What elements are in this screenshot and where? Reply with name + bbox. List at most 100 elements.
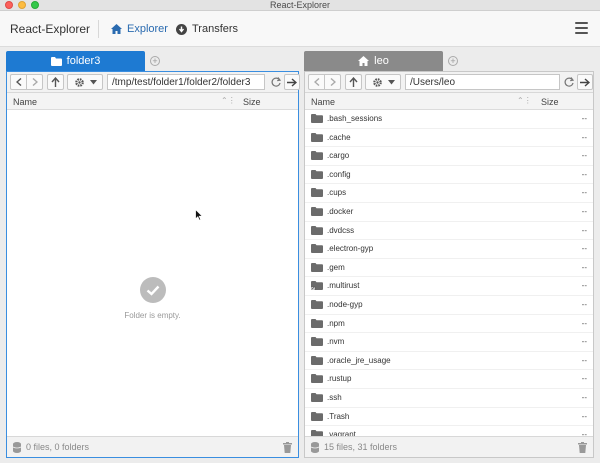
path-input[interactable] xyxy=(107,74,265,90)
home-icon xyxy=(111,24,122,34)
parent-folder-button[interactable] xyxy=(345,74,362,90)
file-row[interactable]: .node-gyp -- xyxy=(305,296,593,315)
file-row[interactable]: .docker -- xyxy=(305,203,593,222)
file-row[interactable]: .cache -- xyxy=(305,129,593,148)
path-input[interactable] xyxy=(405,74,560,90)
left-status-bar: 0 files, 0 folders xyxy=(7,436,298,457)
file-row[interactable]: .multirust -- xyxy=(305,277,593,296)
file-row[interactable]: .rustup -- xyxy=(305,370,593,389)
settings-dropdown-button[interactable] xyxy=(365,74,401,90)
file-name: .cups xyxy=(327,188,347,198)
nav-divider xyxy=(98,20,99,38)
add-tab-plus-icon[interactable]: + xyxy=(150,56,160,66)
column-header: Name ⌃⋮ Size xyxy=(7,93,298,110)
hamburger-menu-icon[interactable] xyxy=(575,22,588,34)
folder-icon xyxy=(311,225,323,235)
sort-handle-icon[interactable]: ⌃⋮ xyxy=(221,96,237,106)
folder-icon xyxy=(311,337,323,347)
arrow-up-icon xyxy=(51,77,60,87)
window-title: React-Explorer xyxy=(269,0,331,10)
folder-icon xyxy=(311,188,323,198)
file-row[interactable]: .bash_sessions -- xyxy=(305,110,593,129)
file-size: -- xyxy=(581,318,587,328)
settings-dropdown-button[interactable] xyxy=(67,74,103,90)
file-row[interactable]: .npm -- xyxy=(305,315,593,334)
file-name: .npm xyxy=(327,318,345,328)
file-size: -- xyxy=(581,262,587,272)
chevron-left-icon xyxy=(313,78,319,86)
file-size: -- xyxy=(581,281,587,291)
tab-label: folder3 xyxy=(66,55,101,67)
column-size[interactable]: Size xyxy=(243,97,261,107)
file-row[interactable]: .nvm -- xyxy=(305,333,593,352)
tab-leo[interactable]: leo xyxy=(304,51,443,71)
mouse-cursor-icon xyxy=(195,209,203,221)
caret-down-icon xyxy=(387,79,395,84)
forward-button[interactable] xyxy=(324,74,341,90)
check-circle-icon xyxy=(139,277,166,303)
back-button[interactable] xyxy=(308,74,325,90)
column-header: Name ⌃⋮ Size xyxy=(305,93,593,110)
file-size: -- xyxy=(581,244,587,254)
folder-icon xyxy=(311,244,323,254)
folder-icon xyxy=(311,132,323,142)
go-button[interactable] xyxy=(577,74,593,90)
file-size: -- xyxy=(581,355,587,365)
nav-transfers-label: Transfers xyxy=(192,23,239,35)
tab-folder3[interactable]: folder3 xyxy=(6,51,145,71)
nav-transfers[interactable]: Transfers xyxy=(176,20,238,38)
parent-folder-button[interactable] xyxy=(47,74,64,90)
file-size: -- xyxy=(581,207,587,216)
folder-icon xyxy=(311,300,323,309)
folder-icon xyxy=(311,411,323,421)
chevron-right-icon xyxy=(330,78,336,86)
file-row[interactable]: .cups -- xyxy=(305,184,593,203)
right-toolbar xyxy=(305,72,593,93)
caret-down-icon xyxy=(89,79,97,84)
go-button[interactable] xyxy=(284,74,300,90)
sort-handle-icon[interactable]: ⌃⋮ xyxy=(517,96,533,106)
file-size: -- xyxy=(581,337,587,347)
file-name: .cargo xyxy=(327,151,350,161)
nav-explorer[interactable]: Explorer xyxy=(111,20,168,38)
app-header: React-Explorer Explorer Transfers xyxy=(0,11,600,47)
file-size: -- xyxy=(581,132,587,142)
folder-icon xyxy=(50,56,62,66)
back-button[interactable] xyxy=(10,74,27,90)
file-row[interactable]: .oracle_jre_usage -- xyxy=(305,352,593,371)
trash-icon[interactable] xyxy=(283,442,292,453)
file-row[interactable]: .ssh -- xyxy=(305,389,593,408)
folder-icon xyxy=(311,393,323,402)
column-size[interactable]: Size xyxy=(541,97,559,107)
file-size: -- xyxy=(581,393,587,402)
file-size: -- xyxy=(581,114,587,123)
forward-button[interactable] xyxy=(26,74,43,90)
column-name[interactable]: Name xyxy=(311,97,335,107)
file-size: -- xyxy=(581,225,587,235)
column-name[interactable]: Name xyxy=(13,97,37,107)
file-size: -- xyxy=(581,411,587,421)
folder-icon xyxy=(311,374,323,384)
file-row[interactable]: .electron-gyp -- xyxy=(305,240,593,259)
reload-icon[interactable] xyxy=(563,76,575,88)
file-size: -- xyxy=(581,169,587,179)
file-row[interactable]: .config -- xyxy=(305,166,593,185)
file-row[interactable]: .Trash -- xyxy=(305,408,593,427)
arrow-right-icon xyxy=(580,77,590,87)
file-row[interactable]: .dvdcss -- xyxy=(305,222,593,241)
file-name: .Trash xyxy=(327,411,350,421)
file-name: .cache xyxy=(327,132,351,142)
file-name: .electron-gyp xyxy=(327,244,374,254)
trash-icon[interactable] xyxy=(578,442,587,453)
file-row[interactable]: .cargo -- xyxy=(305,147,593,166)
database-icon xyxy=(13,442,21,453)
add-tab-plus-icon[interactable]: + xyxy=(448,56,458,66)
reload-icon[interactable] xyxy=(270,76,282,88)
folder-icon xyxy=(311,151,323,161)
left-tab-row: folder3 + xyxy=(6,51,299,71)
folder-icon xyxy=(311,262,323,272)
database-icon xyxy=(311,442,319,453)
app-brand: React-Explorer xyxy=(10,22,91,36)
file-row[interactable]: .gem -- xyxy=(305,259,593,278)
nav-explorer-label: Explorer xyxy=(127,23,168,35)
